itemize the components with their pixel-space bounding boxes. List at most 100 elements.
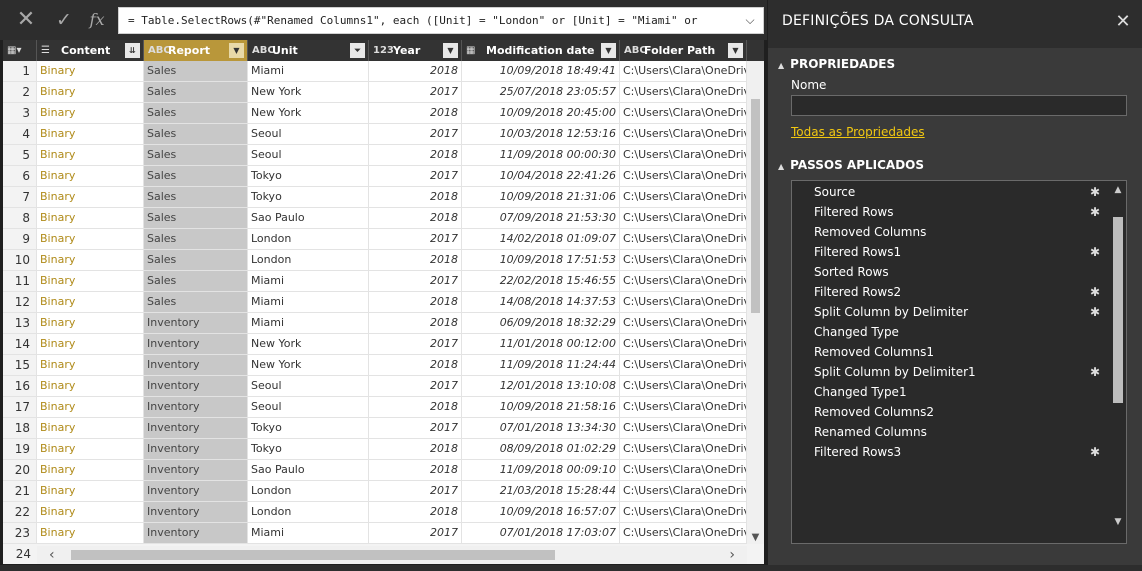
table-row[interactable]: 15 Binary Inventory New York 2018 11/09/2018 … bbox=[3, 355, 764, 376]
table-cell-content[interactable]: Binary bbox=[37, 439, 144, 459]
scroll-right-icon[interactable]: › bbox=[729, 546, 735, 564]
gear-icon[interactable]: ✱ bbox=[1090, 202, 1100, 222]
applied-step[interactable]: Changed Type1 bbox=[792, 382, 1110, 402]
table-row[interactable]: 8 Binary Sales Sao Paulo 2018 07/09/2018 21:5… bbox=[3, 208, 764, 229]
table-row[interactable]: 2 Binary Sales New York 2017 25/07/2018 23:05… bbox=[3, 82, 764, 103]
table-cell-content[interactable]: Binary bbox=[37, 397, 144, 417]
column-header-folder-path[interactable]: ABC Folder Path ▼ bbox=[620, 40, 747, 61]
table-cell-content[interactable]: Binary bbox=[37, 376, 144, 396]
grid-vertical-scrollbar[interactable]: ▼ bbox=[747, 61, 764, 546]
gear-icon[interactable]: ✱ bbox=[1090, 242, 1100, 262]
applied-step[interactable]: Removed Columns bbox=[792, 222, 1110, 242]
column-type-icon[interactable]: ▦▾ bbox=[7, 40, 25, 61]
applied-step[interactable]: Filtered Rows2 ✱ bbox=[792, 282, 1110, 302]
applied-step[interactable]: Split Column by Delimiter ✱ bbox=[792, 302, 1110, 322]
table-cell-content[interactable]: Binary bbox=[37, 145, 144, 165]
table-cell-content[interactable]: Binary bbox=[37, 229, 144, 249]
table-row[interactable]: 22 Binary Inventory London 2018 10/09/2018 16… bbox=[3, 502, 764, 523]
commit-formula-button[interactable]: ✓ bbox=[50, 8, 78, 32]
table-row[interactable]: 21 Binary Inventory London 2017 21/03/2018 15… bbox=[3, 481, 764, 502]
table-cell-content[interactable]: Binary bbox=[37, 313, 144, 333]
gear-icon[interactable]: ✱ bbox=[1090, 182, 1100, 202]
table-cell-content[interactable]: Binary bbox=[37, 334, 144, 354]
applied-step[interactable]: Removed Columns1 bbox=[792, 342, 1110, 362]
table-cell-content[interactable]: Binary bbox=[37, 481, 144, 501]
table-row[interactable]: 3 Binary Sales New York 2018 10/09/2018 20:45… bbox=[3, 103, 764, 124]
applied-step[interactable]: Changed Type bbox=[792, 322, 1110, 342]
table-row[interactable]: 10 Binary Sales London 2018 10/09/2018 17:51:… bbox=[3, 250, 764, 271]
table-row[interactable]: 18 Binary Inventory Tokyo 2017 07/01/2018 13:… bbox=[3, 418, 764, 439]
table-cell-content[interactable]: Binary bbox=[37, 271, 144, 291]
table-cell-content[interactable]: Binary bbox=[37, 187, 144, 207]
table-cell-content[interactable]: Binary bbox=[37, 166, 144, 186]
formula-input[interactable]: = Table.SelectRows(#"Renamed Columns1", … bbox=[118, 7, 764, 34]
scroll-down-icon[interactable]: ▼ bbox=[1110, 515, 1126, 529]
column-header-unit[interactable]: ABC Unit ⏷ bbox=[248, 40, 369, 61]
table-row[interactable]: 14 Binary Inventory New York 2017 11/01/2018 … bbox=[3, 334, 764, 355]
table-row[interactable]: 7 Binary Sales Tokyo 2018 10/09/2018 21:31:06… bbox=[3, 187, 764, 208]
filter-active-icon[interactable]: ⏷ bbox=[350, 43, 365, 58]
table-cell-content[interactable]: Binary bbox=[37, 250, 144, 270]
table-row[interactable]: 4 Binary Sales Seoul 2017 10/03/2018 12:53:16… bbox=[3, 124, 764, 145]
table-row[interactable]: 19 Binary Inventory Tokyo 2018 08/09/2018 01:… bbox=[3, 439, 764, 460]
table-row[interactable]: 13 Binary Inventory Miami 2018 06/09/2018 18:… bbox=[3, 313, 764, 334]
applied-step[interactable]: Sorted Rows bbox=[792, 262, 1110, 282]
applied-step[interactable]: Filtered Rows1 ✱ bbox=[792, 242, 1110, 262]
applied-step[interactable]: Split Column by Delimiter1 ✱ bbox=[792, 362, 1110, 382]
table-cell-content[interactable]: Binary bbox=[37, 502, 144, 522]
steps-vertical-scrollbar[interactable]: ▲ ▼ bbox=[1110, 181, 1126, 543]
column-header-year[interactable]: 123 Year ▼ bbox=[369, 40, 462, 61]
expand-formula-icon[interactable]: ⌵ bbox=[741, 8, 759, 33]
column-header-content[interactable]: ☰ Content ⇊ bbox=[37, 40, 144, 61]
filter-dropdown-icon[interactable]: ⇊ bbox=[125, 43, 140, 58]
table-row[interactable]: 16 Binary Inventory Seoul 2017 12/01/2018 13:… bbox=[3, 376, 764, 397]
scroll-left-icon[interactable]: ‹ bbox=[49, 546, 55, 564]
close-pane-button[interactable]: ✕ bbox=[1114, 12, 1132, 32]
all-properties-link[interactable]: Todas as Propriedades bbox=[791, 125, 925, 139]
table-cell-content[interactable]: Binary bbox=[37, 292, 144, 312]
gear-icon[interactable]: ✱ bbox=[1090, 302, 1100, 322]
gear-icon[interactable]: ✱ bbox=[1090, 282, 1100, 302]
applied-steps-section-header[interactable]: ▲ PASSOS APLICADOS bbox=[778, 158, 924, 172]
column-header-modification-date[interactable]: ▦ Modification date ▼ bbox=[462, 40, 620, 61]
table-row[interactable]: 5 Binary Sales Seoul 2018 11/09/2018 00:00:30… bbox=[3, 145, 764, 166]
table-row[interactable]: 9 Binary Sales London 2017 14/02/2018 01:09:0… bbox=[3, 229, 764, 250]
table-row[interactable]: 23 Binary Inventory Miami 2017 07/01/2018 17:… bbox=[3, 523, 764, 544]
filter-dropdown-icon[interactable]: ▼ bbox=[443, 43, 458, 58]
filter-dropdown-icon[interactable]: ▼ bbox=[728, 43, 743, 58]
table-cell-content[interactable]: Binary bbox=[37, 418, 144, 438]
gear-icon[interactable]: ✱ bbox=[1090, 442, 1100, 462]
table-cell-content[interactable]: Binary bbox=[37, 208, 144, 228]
table-row[interactable]: 12 Binary Sales Miami 2018 14/08/2018 14:37:5… bbox=[3, 292, 764, 313]
column-header-report[interactable]: ABC Report ▼ bbox=[144, 40, 248, 61]
table-cell-content[interactable]: Binary bbox=[37, 82, 144, 102]
table-row[interactable]: 1 Binary Sales Miami 2018 10/09/2018 18:49:41… bbox=[3, 61, 764, 82]
applied-step[interactable]: Removed Columns2 bbox=[792, 402, 1110, 422]
table-row[interactable]: 11 Binary Sales Miami 2017 22/02/2018 15:46:5… bbox=[3, 271, 764, 292]
table-cell-content[interactable]: Binary bbox=[37, 103, 144, 123]
grid-horizontal-scroll-thumb[interactable] bbox=[71, 550, 555, 560]
table-cell-content[interactable]: Binary bbox=[37, 523, 144, 543]
column-type-icon[interactable]: 123 bbox=[373, 40, 394, 61]
table-cell-content[interactable]: Binary bbox=[37, 61, 144, 81]
applied-step[interactable]: Source ✱ bbox=[792, 182, 1110, 202]
table-row[interactable]: 6 Binary Sales Tokyo 2017 10/04/2018 22:41:26… bbox=[3, 166, 764, 187]
filter-dropdown-icon[interactable]: ▼ bbox=[229, 43, 244, 58]
column-type-icon[interactable]: ABC bbox=[624, 40, 647, 61]
applied-step[interactable]: Filtered Rows3 ✱ bbox=[792, 442, 1110, 462]
scroll-up-icon[interactable]: ▲ bbox=[1110, 183, 1126, 197]
grid-vertical-scroll-thumb[interactable] bbox=[751, 99, 760, 313]
column-header-row-number-header[interactable]: ▦▾ bbox=[3, 40, 37, 61]
steps-scroll-thumb[interactable] bbox=[1113, 217, 1123, 403]
fx-icon[interactable]: fx bbox=[83, 8, 111, 32]
gear-icon[interactable]: ✱ bbox=[1090, 362, 1100, 382]
table-cell-content[interactable]: Binary bbox=[37, 124, 144, 144]
applied-step[interactable]: Filtered Rows ✱ bbox=[792, 202, 1110, 222]
column-type-icon[interactable]: ABC bbox=[148, 40, 171, 61]
cancel-formula-button[interactable]: ✕ bbox=[12, 8, 40, 32]
filter-dropdown-icon[interactable]: ▼ bbox=[601, 43, 616, 58]
applied-step[interactable]: Renamed Columns bbox=[792, 422, 1110, 442]
grid-horizontal-scrollbar[interactable]: ‹ › bbox=[37, 546, 747, 564]
table-cell-content[interactable]: Binary bbox=[37, 355, 144, 375]
table-row[interactable]: 20 Binary Inventory Sao Paulo 2018 11/09/2018… bbox=[3, 460, 764, 481]
